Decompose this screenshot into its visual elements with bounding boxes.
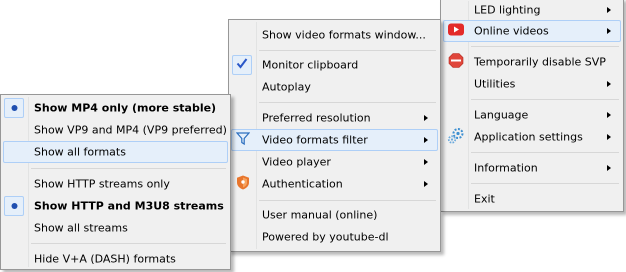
menu-separator [471,152,619,153]
menu-item-label: Show all streams [34,221,128,235]
main-context-menu: LED lighting Online videos Temporarily d… [440,0,624,212]
menu-separator [471,99,619,100]
submenu-arrow-icon [607,28,611,34]
menu-item-powered-by-youtube-dl[interactable]: Powered by youtube-dl [231,226,438,248]
radio-dot-icon [11,102,18,115]
gears-icon [447,127,465,148]
menu-item-exit[interactable]: Exit [443,188,621,210]
menu-item-preferred-resolution[interactable]: Preferred resolution [231,107,438,129]
menu-item-show-http-streams-only[interactable]: Show HTTP streams only [3,173,228,195]
menu-item-show-all-formats[interactable]: Show all formats [3,141,228,163]
menu-item-online-videos[interactable]: Online videos [443,20,621,42]
menu-item-show-video-formats-window[interactable]: Show video formats window... [231,24,438,46]
menu-item-language[interactable]: Language [443,104,621,126]
menu-item-label: Video player [262,155,331,169]
menu-item-label: Application settings [474,130,583,144]
menu-separator [259,200,436,201]
menu-item-utilities[interactable]: Utilities [443,73,621,95]
menu-separator [471,46,619,47]
menu-item-label: Temporarily disable SVP [474,55,606,69]
menu-item-label: Exit [474,192,495,206]
menu-item-video-formats-filter[interactable]: Video formats filter [231,129,438,151]
online-videos-submenu: Show video formats window... Monitor cli… [228,19,441,252]
menu-item-autoplay[interactable]: Autoplay [231,76,438,98]
menu-item-monitor-clipboard[interactable]: Monitor clipboard [231,54,438,76]
menu-separator [471,183,619,184]
menu-item-label: Preferred resolution [262,111,371,125]
radio-dot-icon [11,200,18,213]
menu-item-user-manual[interactable]: User manual (online) [231,204,438,226]
submenu-arrow-icon [607,112,611,118]
play-video-icon [447,23,465,40]
menu-item-label: LED lighting [474,3,541,17]
menu-item-show-mp4-only[interactable]: Show MP4 only (more stable) [3,97,228,119]
menu-separator [31,243,226,244]
menu-item-application-settings[interactable]: Application settings [443,126,621,148]
menu-item-label: User manual (online) [262,208,378,222]
submenu-arrow-icon [424,137,428,143]
submenu-arrow-icon [424,159,428,165]
menu-item-temporarily-disable-svp[interactable]: Temporarily disable SVP [443,51,621,73]
menu-item-label: Information [474,161,538,175]
checkmark-icon [236,58,248,73]
menu-item-label: Video formats filter [262,133,368,147]
menu-item-hide-dash-formats[interactable]: Hide V+A (DASH) formats [3,248,228,270]
menu-item-show-http-and-m3u8-streams[interactable]: Show HTTP and M3U8 streams [3,195,228,217]
menu-item-label: Show all formats [34,145,126,159]
funnel-filter-icon [235,132,251,149]
submenu-arrow-icon [607,165,611,171]
menu-item-label: Utilities [474,77,516,91]
menu-item-information[interactable]: Information [443,157,621,179]
menu-separator [31,168,226,169]
menu-separator [259,50,436,51]
menu-item-label: Monitor clipboard [262,58,359,72]
submenu-arrow-icon [424,115,428,121]
menu-item-label: Autoplay [262,80,311,94]
menu-item-label: Online videos [474,24,549,38]
menu-item-label: Language [474,108,529,122]
menu-item-label: Powered by youtube-dl [262,230,389,244]
menu-item-show-vp9-and-mp4[interactable]: Show VP9 and MP4 (VP9 preferred) [3,119,228,141]
submenu-arrow-icon [607,134,611,140]
menu-item-label: Authentication [262,177,343,191]
menu-item-authentication[interactable]: Authentication [231,173,438,195]
menu-item-label: Hide V+A (DASH) formats [34,252,176,266]
menu-item-label: Show video formats window... [262,28,426,42]
menu-item-label: Show HTTP streams only [34,177,170,191]
menu-separator [259,102,436,103]
menu-item-label: Show MP4 only (more stable) [34,101,217,115]
menu-item-led-lighting[interactable]: LED lighting [443,0,621,21]
stop-sign-icon [448,53,464,72]
video-formats-filter-submenu: Show MP4 only (more stable) Show VP9 and… [0,94,231,270]
submenu-arrow-icon [424,181,428,187]
submenu-arrow-icon [607,81,611,87]
menu-item-label: Show VP9 and MP4 (VP9 preferred) [34,123,227,137]
submenu-arrow-icon [607,7,611,13]
menu-item-video-player[interactable]: Video player [231,151,438,173]
shield-icon [236,175,250,194]
menu-item-label: Show HTTP and M3U8 streams [34,199,224,213]
menu-item-show-all-streams[interactable]: Show all streams [3,217,228,239]
